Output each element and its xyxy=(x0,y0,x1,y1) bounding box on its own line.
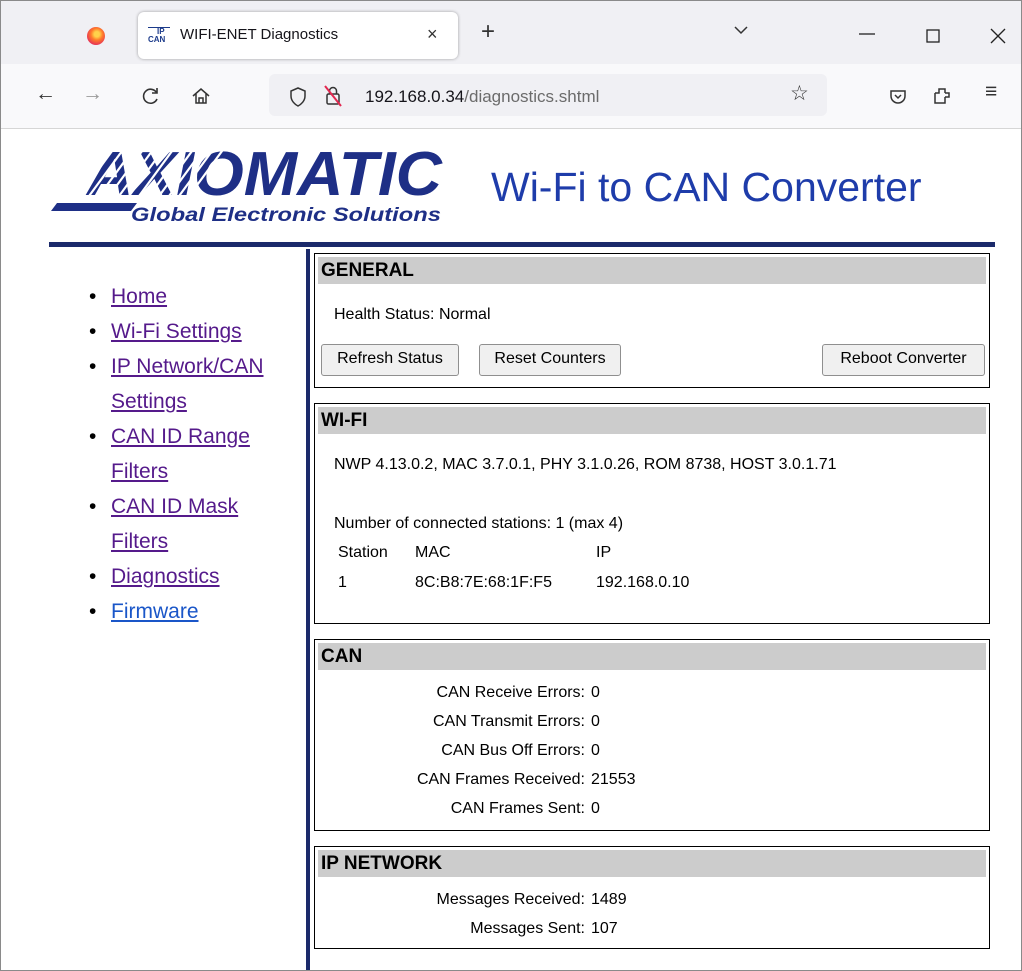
reboot-converter-button[interactable]: Reboot Converter xyxy=(822,344,985,376)
browser-window: IP CAN WIFI-ENET Diagnostics × + ← → 192… xyxy=(0,0,1022,971)
new-tab-button[interactable]: + xyxy=(481,18,495,46)
wifi-settings-link[interactable]: Wi-Fi Settings xyxy=(111,320,242,343)
axiomatic-logo-graphic: AXIOMATIC Global Electronic Solutions xyxy=(51,140,443,226)
home-link[interactable]: Home xyxy=(111,285,167,308)
sidebar-item-ip-network-can-settings: IP Network/CANSettings xyxy=(89,349,299,419)
home-icon[interactable] xyxy=(191,86,211,106)
sidebar-item-can-id-mask-filters: CAN ID MaskFilters xyxy=(89,489,299,559)
can-bus-off-errors-label: CAN Bus Off Errors: xyxy=(441,742,585,759)
list-all-tabs-icon[interactable] xyxy=(734,23,748,37)
can-panel: CAN CAN Receive Errors: 0 CAN Transmit E… xyxy=(314,639,990,831)
back-icon[interactable]: ← xyxy=(35,82,56,106)
can-frames-sent-label: CAN Frames Sent: xyxy=(450,800,585,817)
station-ip: 192.168.0.10 xyxy=(596,574,690,591)
reset-counters-button[interactable]: Reset Counters xyxy=(479,344,621,376)
refresh-status-button[interactable]: Refresh Status xyxy=(321,344,459,376)
insecure-lock-icon[interactable] xyxy=(322,84,344,108)
col-ip-header: IP xyxy=(596,544,612,561)
messages-sent-label: Messages Sent: xyxy=(470,920,585,937)
extensions-icon[interactable] xyxy=(931,85,953,107)
station-number: 1 xyxy=(338,574,347,591)
bookmark-star-icon[interactable]: ☆ xyxy=(790,81,809,106)
minimize-icon[interactable] xyxy=(859,32,875,36)
tab-wifi-enet-diagnostics[interactable]: IP CAN WIFI-ENET Diagnostics × xyxy=(138,12,458,59)
messages-received-value: 1489 xyxy=(591,891,627,908)
can-id-range-filters-link[interactable]: CAN ID Range Filters xyxy=(111,425,250,483)
sidebar-item-firmware: Firmware xyxy=(89,594,299,629)
firmware-link[interactable]: Firmware xyxy=(111,600,199,623)
sidebar-item-diagnostics: Diagnostics xyxy=(89,559,299,594)
messages-received-label: Messages Received: xyxy=(436,891,585,908)
station-mac: 8C:B8:7E:68:1F:F5 xyxy=(415,574,552,591)
sidebar-menu: Home Wi-Fi Settings IP Network/CANSettin… xyxy=(89,279,299,629)
col-station-header: Station xyxy=(338,544,388,561)
can-transmit-errors-label: CAN Transmit Errors: xyxy=(432,713,585,730)
tab-close-icon[interactable]: × xyxy=(427,24,438,45)
can-frames-sent-value: 0 xyxy=(591,800,600,817)
can-transmit-errors-value: 0 xyxy=(591,713,600,730)
svg-text:Global Electronic Solutions: Global Electronic Solutions xyxy=(131,205,441,225)
can-bus-off-errors-value: 0 xyxy=(591,742,600,759)
diagnostics-link[interactable]: Diagnostics xyxy=(111,565,220,588)
can-frames-received-value: 21553 xyxy=(591,771,636,788)
messages-sent-value: 107 xyxy=(591,920,618,937)
general-panel: GENERAL Health Status: Normal Refresh St… xyxy=(314,253,990,388)
can-receive-errors-value: 0 xyxy=(591,684,600,701)
can-id-mask-filters-link[interactable]: CAN ID Mask Filters xyxy=(111,495,238,553)
sidebar-item-home: Home xyxy=(89,279,299,314)
tracking-shield-icon[interactable] xyxy=(288,86,308,108)
sidebar-item-wifi-settings: Wi-Fi Settings xyxy=(89,314,299,349)
can-heading: CAN xyxy=(318,643,986,670)
forward-icon[interactable]: → xyxy=(82,82,103,106)
can-receive-errors-label: CAN Receive Errors: xyxy=(436,684,585,701)
can-frames-received-label: CAN Frames Received: xyxy=(416,771,585,788)
general-heading: GENERAL xyxy=(318,257,986,284)
health-status: Health Status: Normal xyxy=(334,306,491,323)
tab-title: WIFI-ENET Diagnostics xyxy=(180,26,339,43)
sidebar-item-can-id-range-filters: CAN ID RangeFilters xyxy=(89,419,299,489)
page-content: AXIOMATIC Global Electronic Solutions Wi… xyxy=(1,129,1021,970)
wifi-versions: NWP 4.13.0.2, MAC 3.7.0.1, PHY 3.1.0.26,… xyxy=(334,456,837,473)
ip-network-panel: IP NETWORK Messages Received: 1489 Messa… xyxy=(314,846,990,949)
close-window-icon[interactable] xyxy=(990,28,1006,44)
url-text[interactable]: 192.168.0.34/diagnostics.shtml xyxy=(365,87,599,107)
navigation-toolbar: ← → 192.168.0.34/diagnostics.shtml ☆ ≡ xyxy=(1,64,1021,129)
wifi-heading: WI-FI xyxy=(318,407,986,434)
page-title: Wi-Fi to CAN Converter xyxy=(491,164,922,210)
maximize-icon[interactable] xyxy=(926,29,940,43)
axiomatic-logo[interactable]: AXIOMATIC Global Electronic Solutions xyxy=(51,140,446,226)
wifi-panel: WI-FI NWP 4.13.0.2, MAC 3.7.0.1, PHY 3.1… xyxy=(314,403,990,624)
pocket-icon[interactable] xyxy=(889,88,907,106)
connected-stations: Number of connected stations: 1 (max 4) xyxy=(334,515,624,532)
ip-network-heading: IP NETWORK xyxy=(318,850,986,877)
sidebar-divider xyxy=(306,249,310,970)
reload-icon[interactable] xyxy=(141,86,161,106)
tab-strip: IP CAN WIFI-ENET Diagnostics × + xyxy=(1,1,1021,64)
app-menu-icon[interactable]: ≡ xyxy=(985,80,997,104)
favicon-icon: IP CAN xyxy=(148,27,170,45)
firefox-icon[interactable] xyxy=(87,27,105,45)
col-mac-header: MAC xyxy=(415,544,451,561)
ip-network-can-settings-link[interactable]: IP Network/CAN Settings xyxy=(111,355,264,413)
header-divider xyxy=(49,242,995,247)
